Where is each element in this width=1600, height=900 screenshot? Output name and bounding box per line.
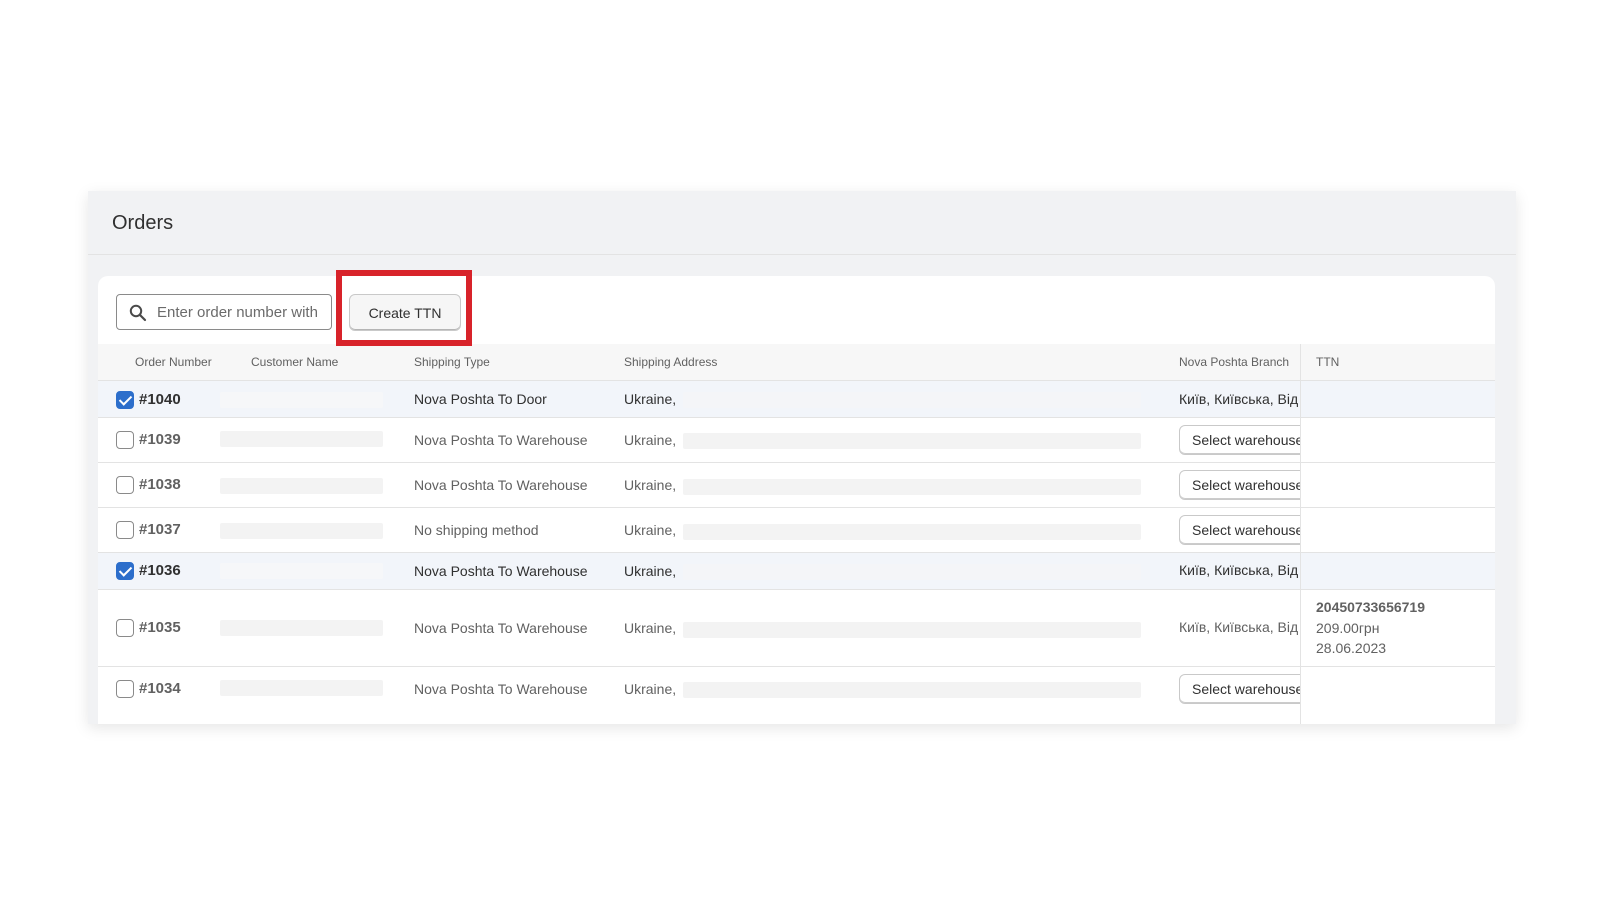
customer-name-redacted [220, 431, 383, 447]
branch-name: Київ, Київська, Від [1179, 562, 1299, 578]
address-redacted [683, 524, 1141, 540]
shipping-address: Ukraine, [624, 432, 677, 448]
orders-card: Create TTN Order Number Customer Name Sh… [98, 276, 1495, 724]
order-number[interactable]: #1039 [139, 431, 181, 448]
select-warehouse-button[interactable]: Select warehouse [1179, 470, 1300, 500]
table-row[interactable]: #1034 Nova Poshta To Warehouse Ukraine, … [98, 667, 1495, 712]
address-redacted [683, 392, 1141, 408]
shipping-address: Ukraine, [624, 681, 677, 697]
address-redacted [683, 433, 1141, 449]
table-header: Order Number Customer Name Shipping Type… [98, 344, 1495, 381]
table-row[interactable]: #1036 Nova Poshta To Warehouse Ukraine, … [98, 553, 1495, 590]
ttn-column-divider [1300, 344, 1301, 724]
header-ttn[interactable]: TTN [1316, 355, 1339, 369]
order-number[interactable]: #1037 [139, 521, 181, 538]
branch-cell: Київ, Київська, Від [1179, 556, 1300, 586]
shipping-address: Ukraine, [624, 620, 677, 636]
header-customer-name[interactable]: Customer Name [251, 355, 338, 369]
select-warehouse-button[interactable]: Select warehouse [1179, 674, 1300, 704]
address-redacted [683, 564, 1141, 580]
shipping-type: Nova Poshta To Warehouse [414, 681, 588, 697]
order-number[interactable]: #1035 [139, 619, 181, 636]
shipping-address: Ukraine, [624, 477, 677, 493]
orders-window: Orders Create TTN Order Number Customer … [88, 191, 1516, 724]
branch-cell: Select warehouse [1179, 425, 1300, 455]
branch-cell: Київ, Київська, Від [1179, 613, 1300, 643]
address-redacted [683, 479, 1141, 495]
shipping-type: Nova Poshta To Warehouse [414, 620, 588, 636]
customer-name-redacted [220, 563, 383, 579]
shipping-type: Nova Poshta To Door [414, 391, 547, 407]
customer-name-redacted [220, 523, 383, 539]
header-shipping-address[interactable]: Shipping Address [624, 355, 717, 369]
table-row[interactable]: #1039 Nova Poshta To Warehouse Ukraine, … [98, 418, 1495, 463]
ttn-number[interactable]: 20450733656719 [1316, 599, 1425, 615]
branch-cell: Київ, Київська, Від [1179, 385, 1300, 415]
create-ttn-button[interactable]: Create TTN [349, 294, 461, 331]
shipping-type: Nova Poshta To Warehouse [414, 477, 588, 493]
ttn-cost: 209.00грн [1316, 620, 1380, 636]
customer-name-redacted [220, 392, 383, 408]
table-row[interactable]: #1040 Nova Poshta To Door Ukraine, Київ,… [98, 381, 1495, 418]
shipping-address: Ukraine, [624, 391, 677, 407]
branch-cell: Select warehouse [1179, 674, 1300, 704]
row-checkbox[interactable] [116, 562, 134, 580]
select-warehouse-button[interactable]: Select warehouse [1179, 515, 1300, 545]
table-row[interactable]: #1038 Nova Poshta To Warehouse Ukraine, … [98, 463, 1495, 508]
branch-cell: Select warehouse [1179, 470, 1300, 500]
order-number[interactable]: #1038 [139, 476, 181, 493]
row-checkbox[interactable] [116, 431, 134, 449]
select-warehouse-button[interactable]: Select warehouse [1179, 425, 1300, 455]
address-redacted [683, 622, 1141, 638]
row-checkbox[interactable] [116, 521, 134, 539]
customer-name-redacted [220, 478, 383, 494]
page-title: Orders [112, 212, 174, 234]
order-number[interactable]: #1040 [139, 391, 181, 408]
header-order-number[interactable]: Order Number [135, 355, 212, 369]
customer-name-redacted [220, 680, 383, 696]
customer-name-redacted [220, 620, 383, 636]
order-number[interactable]: #1034 [139, 680, 181, 697]
shipping-type: Nova Poshta To Warehouse [414, 432, 588, 448]
search-input[interactable] [157, 295, 327, 329]
search-icon [129, 304, 147, 322]
header-branch[interactable]: Nova Poshta Branch [1179, 355, 1289, 369]
row-checkbox[interactable] [116, 391, 134, 409]
shipping-address: Ukraine, [624, 563, 677, 579]
search-field[interactable] [116, 294, 332, 330]
shipping-address: Ukraine, [624, 522, 677, 538]
row-checkbox[interactable] [116, 476, 134, 494]
order-number[interactable]: #1036 [139, 562, 181, 579]
ttn-date: 28.06.2023 [1316, 640, 1387, 656]
header-shipping-type[interactable]: Shipping Type [414, 355, 490, 369]
table-row[interactable]: #1037 No shipping method Ukraine, Select… [98, 508, 1495, 553]
address-redacted [683, 682, 1141, 698]
row-checkbox[interactable] [116, 619, 134, 637]
page-header: Orders [88, 191, 1516, 255]
row-checkbox[interactable] [116, 680, 134, 698]
branch-cell: Select warehouse [1179, 515, 1300, 545]
table-row[interactable]: #1035 Nova Poshta To Warehouse Ukraine, … [98, 590, 1495, 667]
branch-name: Київ, Київська, Від [1179, 391, 1299, 407]
shipping-type: Nova Poshta To Warehouse [414, 563, 588, 579]
branch-name: Київ, Київська, Від [1179, 619, 1299, 635]
shipping-type: No shipping method [414, 522, 539, 538]
